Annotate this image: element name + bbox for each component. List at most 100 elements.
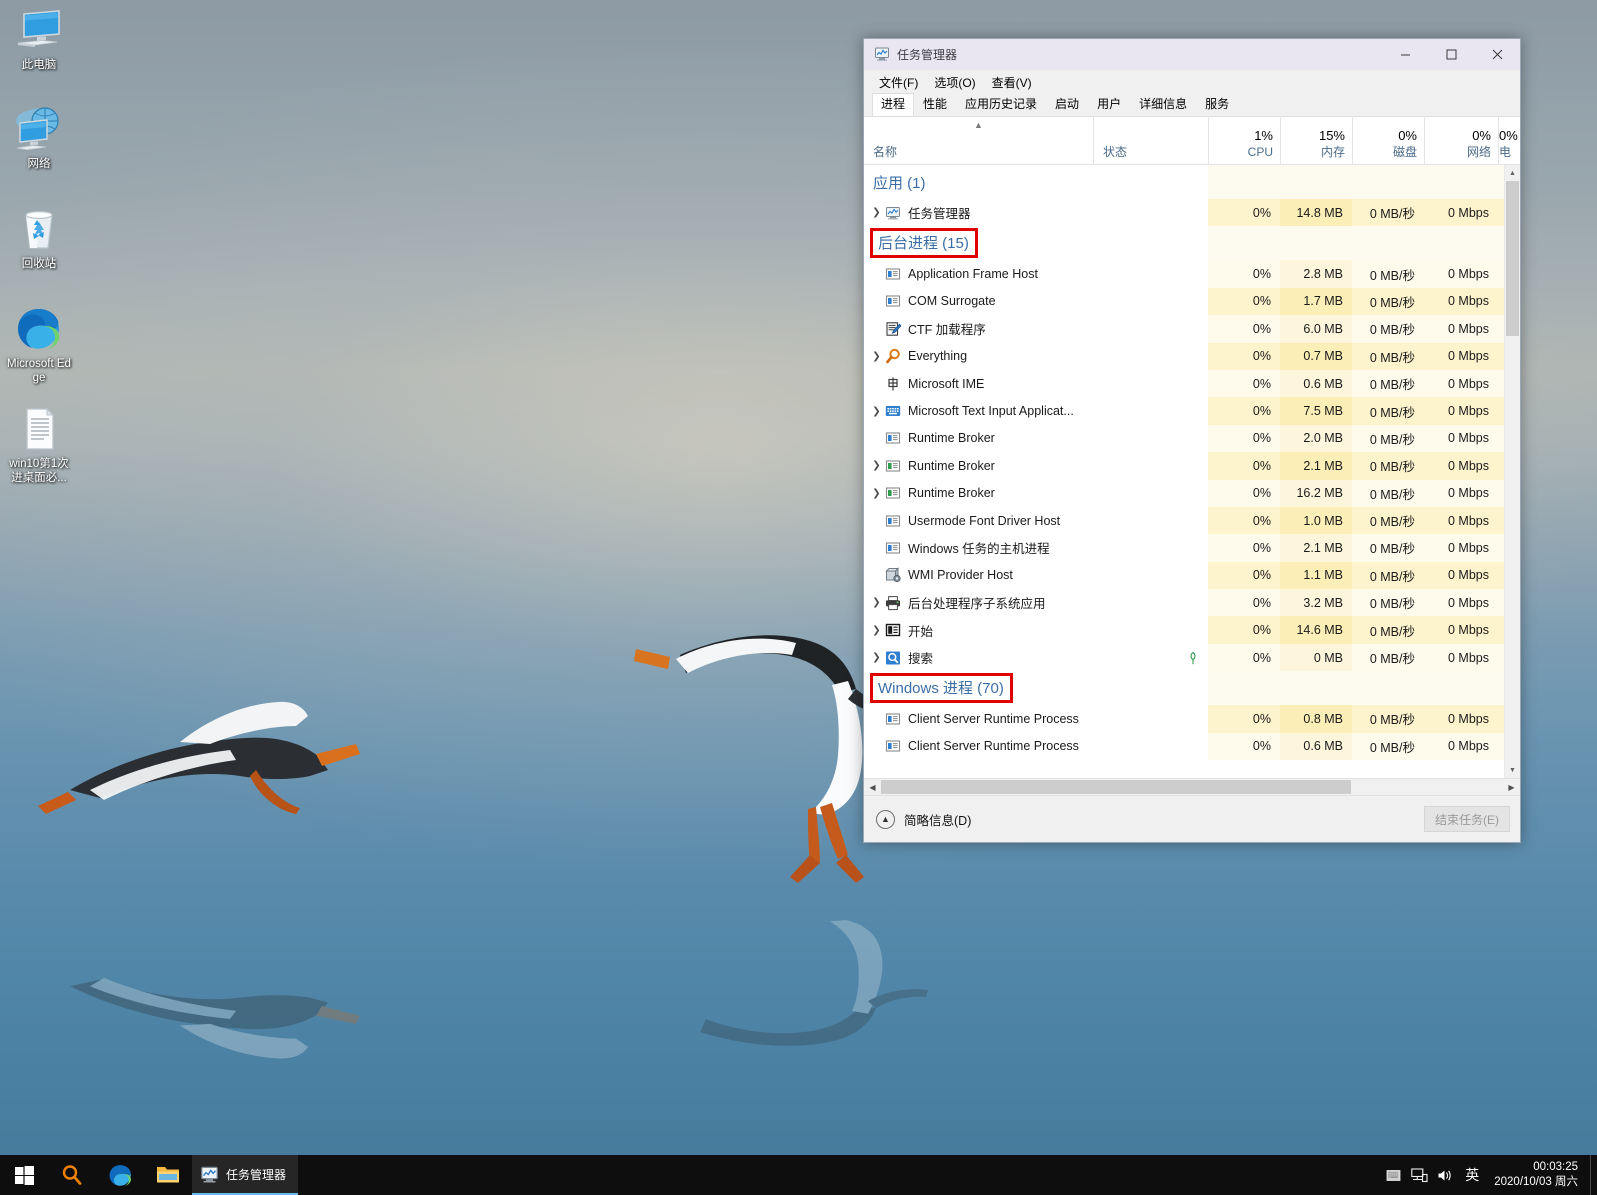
taskbar-edge-button[interactable] xyxy=(96,1155,144,1195)
desktop-icon-this-pc[interactable]: 此电脑 xyxy=(4,6,74,72)
tab-startup[interactable]: 启动 xyxy=(1046,93,1088,116)
menu-file[interactable]: 文件(F) xyxy=(872,72,925,93)
horizontal-scrollbar[interactable]: ◀ ▶ xyxy=(864,778,1520,795)
process-group-header[interactable]: 后台进程 (15) xyxy=(864,226,1504,261)
fewer-details-button[interactable]: ▲ 简略信息(D) xyxy=(876,809,971,829)
process-name-cell[interactable]: ❯ 任务管理器 xyxy=(864,203,1093,222)
desktop-icon-microsoft-edge[interactable]: Microsoft Edge xyxy=(4,305,74,385)
show-desktop-button[interactable] xyxy=(1590,1155,1597,1195)
caret-down-icon[interactable]: ▼ xyxy=(1505,762,1520,778)
process-row[interactable]: Windows 任务的主机进程 0% 2.1 MB 0 MB/秒 0 Mbps xyxy=(864,534,1504,562)
tray-keyboard-icon[interactable] xyxy=(1380,1155,1406,1195)
network-wired-icon[interactable] xyxy=(1406,1155,1432,1195)
task-manager-window[interactable]: 任务管理器 文件(F) 选项(O) 查看(V) 进程 性能 应用历史记录 启动 … xyxy=(863,38,1521,843)
taskbar-search-button[interactable] xyxy=(48,1155,96,1195)
chevron-right-icon[interactable]: ❯ xyxy=(868,406,885,417)
tab-app-history[interactable]: 应用历史记录 xyxy=(956,93,1046,116)
chevron-right-icon[interactable]: ❯ xyxy=(868,652,885,663)
process-row[interactable]: Client Server Runtime Process 0% 0.8 MB 0 M… xyxy=(864,705,1504,733)
vertical-scroll-thumb[interactable] xyxy=(1506,181,1519,336)
process-row[interactable]: WMI Provider Host 0% 1.1 MB 0 MB/秒 0 Mbps xyxy=(864,561,1504,590)
tab-processes[interactable]: 进程 xyxy=(872,93,915,116)
taskbar-file-explorer-button[interactable] xyxy=(144,1155,192,1195)
process-row[interactable]: ❯ 任务管理器 0% 14.8 MB 0 MB/秒 0 Mbps xyxy=(864,199,1504,227)
process-row[interactable]: ❯ Microsoft Text Input Applicat... 0% 7.5 M… xyxy=(864,397,1504,425)
column-header-name[interactable]: ▲ 名称 xyxy=(864,117,1093,164)
process-row[interactable]: ❯ 后台处理程序子系统应用 0% 3.2 MB 0 MB/秒 0 Mbps xyxy=(864,589,1504,617)
menu-view[interactable]: 查看(V) xyxy=(985,72,1039,93)
process-rows-container[interactable]: 应用 (1) ❯ 任务管理器 0% 14.8 MB 0 MB/秒 0 Mbps 后台进程 (1… xyxy=(864,165,1504,778)
column-header-memory[interactable]: 15% 内存 xyxy=(1280,117,1352,164)
end-task-button[interactable]: 结束任务(E) xyxy=(1424,806,1510,832)
process-row[interactable]: COM Surrogate 0% 1.7 MB 0 MB/秒 0 Mbps xyxy=(864,287,1504,316)
process-name-cell[interactable]: WMI Provider Host xyxy=(864,567,1093,583)
horizontal-scroll-thumb[interactable] xyxy=(881,780,1351,794)
process-name-cell[interactable]: Windows 任务的主机进程 xyxy=(864,538,1093,557)
process-row[interactable]: ❯ Runtime Broker 0% 16.2 MB 0 MB/秒 0 Mbps xyxy=(864,479,1504,507)
volume-icon[interactable] xyxy=(1432,1155,1458,1195)
process-name-cell[interactable]: Runtime Broker xyxy=(864,430,1093,446)
process-row[interactable]: Client Server Runtime Process 0% 0.6 MB 0 M… xyxy=(864,732,1504,761)
column-header-power[interactable]: 0% 电 xyxy=(1498,117,1518,164)
chevron-right-icon[interactable]: ❯ xyxy=(868,625,885,636)
chevron-right-icon[interactable]: ❯ xyxy=(868,460,885,471)
process-table[interactable]: 应用 (1) ❯ 任务管理器 0% 14.8 MB 0 MB/秒 0 Mbps 后台进程 (1… xyxy=(864,165,1520,778)
tab-details[interactable]: 详细信息 xyxy=(1130,93,1196,116)
process-group-header[interactable]: Windows 进程 (70) xyxy=(864,671,1504,706)
start-button[interactable] xyxy=(0,1155,48,1195)
chevron-left-icon[interactable]: ◀ xyxy=(864,779,881,795)
process-name-cell[interactable]: ❯ Microsoft Text Input Applicat... xyxy=(864,403,1093,419)
process-name-cell[interactable]: COM Surrogate xyxy=(864,293,1093,309)
process-row[interactable]: ❯ 开始 0% 14.6 MB 0 MB/秒 0 Mbps xyxy=(864,616,1504,644)
process-name-cell[interactable]: ❯ Runtime Broker xyxy=(864,458,1093,474)
process-name-cell[interactable]: ❯ Runtime Broker xyxy=(864,485,1093,501)
desktop-icon-recycle-bin[interactable]: 回收站 xyxy=(4,205,74,271)
desktop-icon-network[interactable]: 网络 xyxy=(4,105,74,171)
maximize-button[interactable] xyxy=(1428,39,1474,69)
chevron-right-icon[interactable]: ❯ xyxy=(868,597,885,608)
process-name-cell[interactable]: Microsoft IME xyxy=(864,376,1093,392)
column-header-cpu[interactable]: 1% CPU xyxy=(1208,117,1280,164)
process-name-cell[interactable]: ❯ 开始 xyxy=(864,621,1093,640)
chevron-right-icon[interactable]: ❯ xyxy=(868,207,885,218)
column-header-network[interactable]: 0% 网络 xyxy=(1424,117,1498,164)
vertical-scroll-track[interactable] xyxy=(1505,181,1520,762)
chevron-right-icon[interactable]: ❯ xyxy=(868,488,885,499)
close-button[interactable] xyxy=(1474,39,1520,69)
window-titlebar[interactable]: 任务管理器 xyxy=(864,39,1520,70)
menu-bar[interactable]: 文件(F) 选项(O) 查看(V) xyxy=(864,70,1520,94)
process-row[interactable]: ❯ Everything 0% 0.7 MB 0 MB/秒 0 Mbps xyxy=(864,342,1504,370)
process-row[interactable]: ❯ Runtime Broker 0% 2.1 MB 0 MB/秒 0 Mbps xyxy=(864,452,1504,480)
process-name-cell[interactable]: ❯ Everything xyxy=(864,348,1093,364)
chevron-right-icon[interactable]: ❯ xyxy=(868,351,885,362)
process-name-cell[interactable]: CTF 加载程序 xyxy=(864,319,1093,338)
system-tray[interactable]: 英 00:03:25 2020/10/03 周六 xyxy=(1380,1155,1597,1195)
tab-performance[interactable]: 性能 xyxy=(914,93,956,116)
chevron-right-icon[interactable]: ▶ xyxy=(1503,779,1520,795)
process-row[interactable]: Microsoft IME 0% 0.6 MB 0 MB/秒 0 Mbps xyxy=(864,369,1504,398)
tab-users[interactable]: 用户 xyxy=(1088,93,1130,116)
ime-language-indicator[interactable]: 英 xyxy=(1458,1155,1486,1195)
process-name-cell[interactable]: ❯ 后台处理程序子系统应用 xyxy=(864,593,1093,612)
process-name-cell[interactable]: Usermode Font Driver Host xyxy=(864,513,1093,529)
process-row[interactable]: Usermode Font Driver Host 0% 1.0 MB 0 MB/秒 0… xyxy=(864,506,1504,535)
window-statusbar[interactable]: ▲ 简略信息(D) 结束任务(E) xyxy=(864,795,1520,842)
taskbar[interactable]: 任务管理器 英 00:03:25 2020/10/03 周六 xyxy=(0,1155,1597,1195)
desktop-icon-text-file[interactable]: win10第1次进桌面必... xyxy=(4,405,74,485)
process-row[interactable]: Runtime Broker 0% 2.0 MB 0 MB/秒 0 Mbps xyxy=(864,424,1504,453)
vertical-scrollbar[interactable]: ▲ ▼ xyxy=(1504,165,1520,778)
tab-services[interactable]: 服务 xyxy=(1196,93,1238,116)
process-row[interactable]: ❯ 搜索 0% 0 MB 0 MB/秒 0 Mbps xyxy=(864,643,1504,672)
process-name-cell[interactable]: Client Server Runtime Process xyxy=(864,711,1093,727)
caret-up-icon[interactable]: ▲ xyxy=(1505,165,1520,181)
taskbar-clock[interactable]: 00:03:25 2020/10/03 周六 xyxy=(1486,1155,1590,1195)
process-name-cell[interactable]: Application Frame Host xyxy=(864,266,1093,282)
process-row[interactable]: CTF 加载程序 0% 6.0 MB 0 MB/秒 0 Mbps xyxy=(864,315,1504,343)
table-header[interactable]: ▲ 名称 状态 1% CPU 15% 内存 0% 磁盘 0% 网络 0% 电 xyxy=(864,117,1520,165)
tab-strip[interactable]: 进程 性能 应用历史记录 启动 用户 详细信息 服务 xyxy=(864,93,1520,117)
process-name-cell[interactable]: ❯ 搜索 xyxy=(864,648,1093,667)
column-header-disk[interactable]: 0% 磁盘 xyxy=(1352,117,1424,164)
taskbar-task-manager-window[interactable]: 任务管理器 xyxy=(192,1155,299,1195)
process-name-cell[interactable]: Client Server Runtime Process xyxy=(864,738,1093,754)
horizontal-scroll-track[interactable] xyxy=(881,779,1503,795)
